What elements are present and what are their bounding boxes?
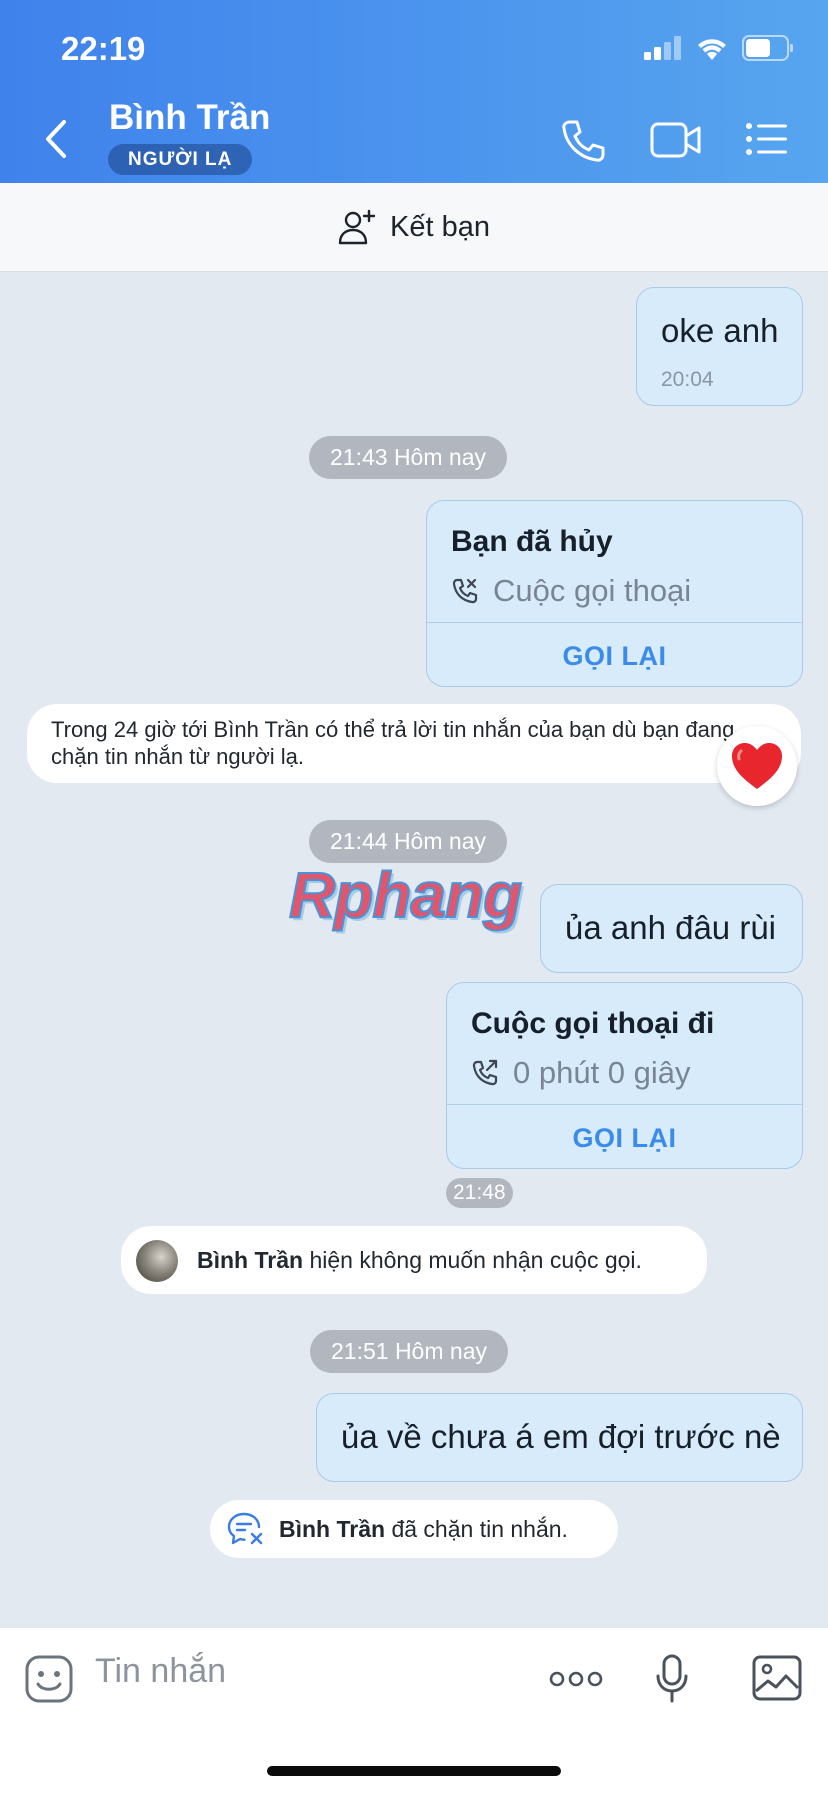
system-message-name: Bình Trần <box>197 1247 304 1273</box>
message-bubble[interactable]: ủa về chưa á em đợi trước nè <box>316 1393 803 1482</box>
message-time: 20:04 <box>661 368 714 391</box>
watermark-logo: Rphang <box>288 858 523 932</box>
message-text: oke anh <box>661 312 779 349</box>
reaction-button[interactable] <box>717 726 797 806</box>
stranger-notice: Trong 24 giờ tới Bình Trần có thể trả lờ… <box>27 704 801 783</box>
add-friend-label: Kết bạn <box>390 210 490 243</box>
system-message-blocked: Bình Trần đã chặn tin nhắn. <box>210 1500 618 1558</box>
date-separator: 21:51 Hôm nay <box>310 1330 508 1373</box>
notice-text: Trong 24 giờ tới Bình Trần có thể trả lờ… <box>51 717 735 769</box>
message-input[interactable]: Tin nhắn <box>95 1652 226 1691</box>
microphone-icon[interactable] <box>655 1654 689 1704</box>
divider <box>427 622 802 623</box>
cellular-signal-icon <box>644 36 681 60</box>
system-message-name: Bình Trần <box>279 1516 386 1542</box>
message-time: 21:48 <box>446 1178 513 1208</box>
contact-name[interactable]: Bình Trần <box>109 98 270 138</box>
missed-call-icon <box>452 578 478 604</box>
back-chevron-icon[interactable] <box>36 114 76 164</box>
battery-icon <box>742 35 793 61</box>
add-person-icon <box>338 209 376 245</box>
date-separator: 21:44 Hôm nay <box>309 820 507 863</box>
message-text: ủa anh đâu rùi <box>565 909 777 946</box>
call-subtitle: 0 phút 0 giây <box>513 1055 691 1090</box>
message-bubble[interactable]: oke anh 20:04 <box>636 287 803 406</box>
date-separator: 21:43 Hôm nay <box>309 436 507 479</box>
outgoing-call-icon <box>472 1059 498 1086</box>
message-bubble[interactable]: ủa anh đâu rùi <box>540 884 803 973</box>
call-card-cancelled[interactable]: Bạn đã hủy Cuộc gọi thoại GỌI LẠI <box>426 500 803 687</box>
system-message-call-declined: Bình Trần hiện không muốn nhận cuộc gọi. <box>121 1226 707 1294</box>
status-icons <box>644 35 794 61</box>
video-call-icon[interactable] <box>650 120 702 160</box>
call-back-button[interactable]: GỌI LẠI <box>427 641 802 672</box>
call-back-button[interactable]: GỌI LẠI <box>447 1123 802 1154</box>
system-message-text: hiện không muốn nhận cuộc gọi. <box>303 1247 642 1273</box>
call-title: Bạn đã hủy <box>451 525 613 558</box>
stranger-badge: NGƯỜI LẠ <box>108 144 253 175</box>
message-text: ủa về chưa á em đợi trước nè <box>341 1418 781 1455</box>
heart-icon <box>732 743 782 789</box>
divider <box>447 1104 802 1105</box>
sticker-emoji-icon[interactable] <box>25 1655 73 1703</box>
avatar <box>136 1240 178 1282</box>
home-indicator <box>267 1766 561 1776</box>
call-subtitle: Cuộc gọi thoại <box>493 573 692 608</box>
call-subtitle-row: 0 phút 0 giây <box>471 1055 714 1091</box>
system-message-text: đã chặn tin nhắn. <box>385 1516 568 1542</box>
call-card-outgoing[interactable]: Cuộc gọi thoại đi 0 phút 0 giây GỌI LẠI <box>446 982 803 1169</box>
add-friend-bar[interactable]: Kết bạn <box>0 183 828 272</box>
chat-header: 22:19 Bình Trần NGƯỜI LẠ <box>0 0 828 183</box>
call-title: Cuộc gọi thoại đi <box>471 1007 715 1040</box>
blocked-message-icon <box>227 1512 263 1545</box>
image-gallery-icon[interactable] <box>752 1655 802 1701</box>
status-time: 22:19 <box>61 30 146 67</box>
wifi-icon <box>698 39 726 60</box>
phone-call-icon[interactable] <box>560 118 606 164</box>
call-subtitle-row: Cuộc gọi thoại <box>451 573 691 609</box>
more-options-icon[interactable] <box>549 1671 603 1687</box>
menu-list-icon[interactable] <box>746 122 788 156</box>
